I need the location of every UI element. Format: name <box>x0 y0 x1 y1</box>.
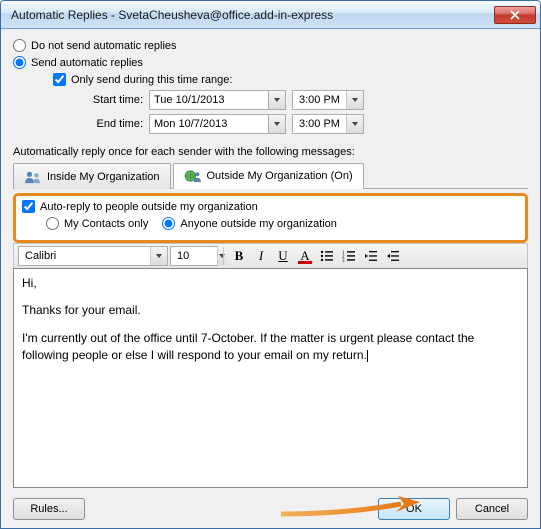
chevron-down-icon <box>155 252 163 260</box>
font-arrow[interactable] <box>150 247 167 265</box>
end-time-combo[interactable]: 3:00 PM <box>292 114 364 134</box>
only-range-check[interactable] <box>53 73 66 86</box>
indent-button[interactable] <box>383 246 403 266</box>
end-label: End time: <box>83 118 143 130</box>
option-anyone[interactable]: Anyone outside my organization <box>162 217 337 230</box>
cancel-button[interactable]: Cancel <box>456 498 528 520</box>
option-only-range[interactable]: Only send during this time range: <box>53 73 528 86</box>
editor-line: I'm currently out of the office until 7-… <box>22 330 519 365</box>
start-date-input[interactable]: Tue 10/1/2013 <box>149 90 269 110</box>
do-not-send-label: Do not send automatic replies <box>31 40 177 52</box>
dialog-window: Automatic Replies - SvetaCheusheva@offic… <box>0 0 541 529</box>
anyone-label: Anyone outside my organization <box>180 218 337 230</box>
end-date-picker[interactable] <box>269 114 286 134</box>
size-arrow[interactable] <box>217 247 226 265</box>
tab-inside[interactable]: Inside My Organization <box>13 163 171 189</box>
chevron-down-icon <box>273 120 281 128</box>
send-label: Send automatic replies <box>31 57 143 69</box>
start-label: Start time: <box>83 94 143 106</box>
separator <box>223 247 224 265</box>
text-cursor <box>367 350 368 362</box>
editor-line: Hi, <box>22 275 519 292</box>
color-bar <box>298 261 312 264</box>
auto-reply-label: Auto-reply to people outside my organiza… <box>40 201 258 213</box>
globe-people-icon <box>184 169 202 183</box>
font-value: Calibri <box>19 250 150 262</box>
editor-line: Thanks for your email. <box>22 302 519 319</box>
people-inside-icon <box>24 170 42 184</box>
ok-button[interactable]: OK <box>378 498 450 520</box>
end-time-value: 3:00 PM <box>293 118 346 130</box>
auto-reply-outside[interactable]: Auto-reply to people outside my organiza… <box>22 200 519 213</box>
font-combo[interactable]: Calibri <box>18 246 168 266</box>
option-do-not-send[interactable]: Do not send automatic replies <box>13 39 528 52</box>
outdent-button[interactable] <box>361 246 381 266</box>
section-text: Automatically reply once for each sender… <box>13 146 528 158</box>
contacts-only-label: My Contacts only <box>64 218 148 230</box>
tab-outside-label: Outside My Organization (On) <box>207 170 353 182</box>
size-combo[interactable]: 10 <box>170 246 218 266</box>
close-icon <box>510 10 520 20</box>
rules-button[interactable]: Rules... <box>13 498 85 520</box>
underline-button[interactable]: U <box>273 246 293 266</box>
close-button[interactable] <box>494 6 536 24</box>
start-time-combo[interactable]: 3:00 PM <box>292 90 364 110</box>
auto-reply-check[interactable] <box>22 200 35 213</box>
tab-outside[interactable]: Outside My Organization (On) <box>173 163 364 189</box>
chevron-down-icon <box>273 96 281 104</box>
option-contacts-only[interactable]: My Contacts only <box>46 217 148 230</box>
end-date-input[interactable]: Mon 10/7/2013 <box>149 114 269 134</box>
only-range-label: Only send during this time range: <box>71 74 232 86</box>
option-send[interactable]: Send automatic replies <box>13 56 528 69</box>
do-not-send-radio[interactable] <box>13 39 26 52</box>
end-time-row: End time: Mon 10/7/2013 3:00 PM <box>83 114 528 134</box>
start-time-value: 3:00 PM <box>293 94 346 106</box>
contacts-only-radio[interactable] <box>46 217 59 230</box>
format-toolbar: Calibri 10 B I U A 123 <box>13 243 528 268</box>
bullet-list-button[interactable] <box>317 246 337 266</box>
anyone-radio[interactable] <box>162 217 175 230</box>
bold-button[interactable]: B <box>229 246 249 266</box>
font-color-button[interactable]: A <box>295 246 315 266</box>
tabs: Inside My Organization Outside My Organi… <box>13 162 528 189</box>
chevron-down-icon <box>351 120 359 128</box>
size-value: 10 <box>171 250 217 262</box>
italic-button[interactable]: I <box>251 246 271 266</box>
window-title: Automatic Replies - SvetaCheusheva@offic… <box>11 8 494 22</box>
svg-text:3: 3 <box>342 259 345 263</box>
outside-options-highlight: Auto-reply to people outside my organiza… <box>13 193 528 243</box>
start-date-picker[interactable] <box>269 90 286 110</box>
chevron-down-icon <box>351 96 359 104</box>
start-time-row: Start time: Tue 10/1/2013 3:00 PM <box>83 90 528 110</box>
chevron-down-icon <box>218 252 226 260</box>
start-time-arrow[interactable] <box>346 91 363 109</box>
number-list-button[interactable]: 123 <box>339 246 359 266</box>
titlebar: Automatic Replies - SvetaCheusheva@offic… <box>1 1 540 29</box>
message-editor[interactable]: Hi, Thanks for your email. I'm currently… <box>13 268 528 488</box>
end-time-arrow[interactable] <box>346 115 363 133</box>
tab-inside-label: Inside My Organization <box>47 171 160 183</box>
footer: Rules... OK Cancel <box>13 488 528 520</box>
send-radio[interactable] <box>13 56 26 69</box>
